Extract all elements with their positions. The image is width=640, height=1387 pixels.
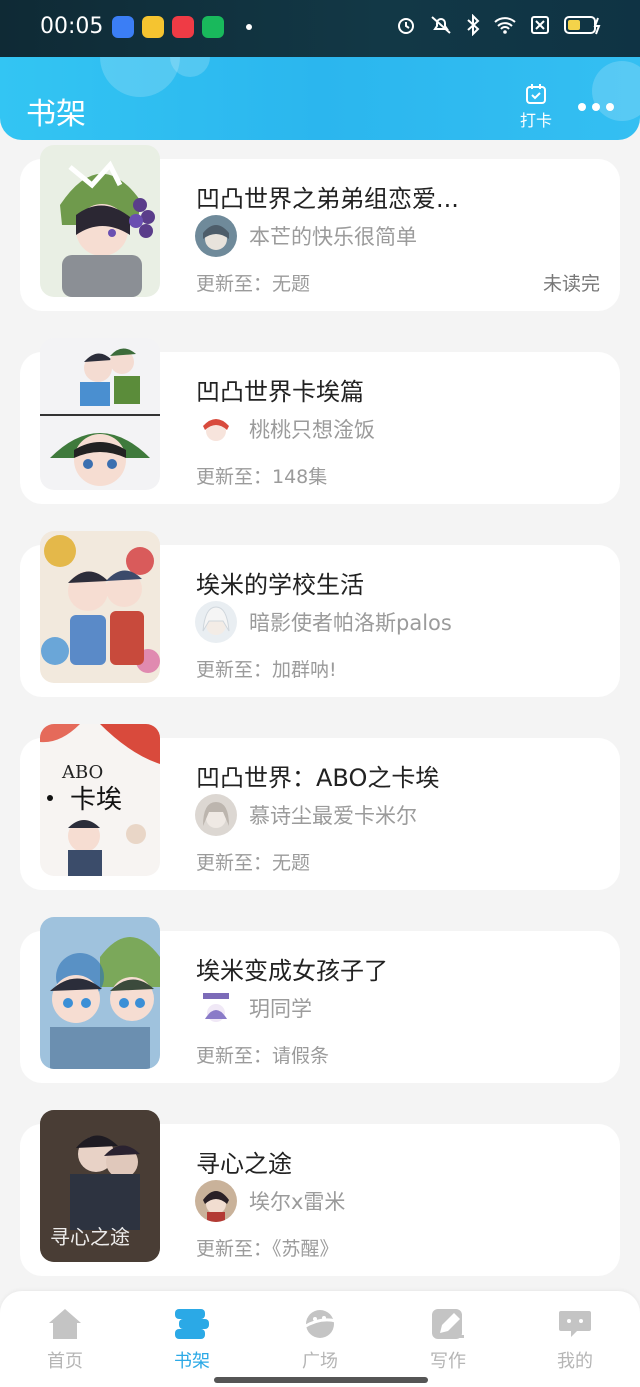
cover-title-text: ABO [61, 762, 103, 783]
home-icon [49, 1309, 81, 1339]
chat-bubble-icon [559, 1311, 591, 1337]
author-name: 桃桃只想淦饭 [249, 418, 375, 442]
author-avatar [195, 794, 237, 836]
book-card[interactable]: 埃米变成女孩子了 玥同学 更新至：请假条 [20, 917, 620, 1083]
status-time: 00:05 [40, 14, 104, 39]
nav-home[interactable]: 首页 [20, 1307, 110, 1373]
book-title: 凹凸世界：ABO之卡埃 [196, 764, 440, 792]
battery-icon [564, 16, 601, 35]
mute-icon [431, 16, 451, 34]
checkin-button[interactable]: 打卡 [516, 83, 556, 131]
nav-label: 写作 [430, 1351, 466, 1372]
book-title: 凹凸世界之弟弟组恋爱... [196, 185, 459, 213]
nav-mine[interactable]: 我的 [530, 1307, 620, 1373]
book-cover[interactable] [40, 917, 160, 1069]
author-name: 玥同学 [249, 997, 312, 1021]
book-card[interactable]: 凹凸世界之弟弟组恋爱... 本芒的快乐很简单 更新至：无题 未读完 [20, 145, 620, 311]
bottom-nav: 首页 书架 广场 写作 我的 [0, 1291, 640, 1387]
author-row[interactable]: 本芒的快乐很简单 [195, 215, 417, 257]
app-notification-icon [202, 16, 224, 38]
app-header: 书架 打卡 [0, 57, 640, 140]
book-title: 埃米的学校生活 [196, 571, 364, 599]
nav-write[interactable]: 写作 [403, 1307, 493, 1373]
latest-chapter: 更新至：《苏醒》 [196, 1238, 339, 1260]
cover-title-text: 卡埃 [70, 785, 122, 815]
author-avatar [195, 215, 237, 257]
book-cover[interactable]: 寻心之途 [40, 1110, 160, 1262]
checkin-label: 打卡 [519, 111, 552, 130]
decorative-bubble [592, 61, 640, 121]
author-row[interactable]: 桃桃只想淦饭 [195, 408, 375, 450]
book-title: 寻心之途 [196, 1150, 292, 1178]
alarm-icon [398, 18, 414, 34]
cover-title-text: 寻心之途 [50, 1225, 130, 1249]
notification-icons [112, 16, 224, 38]
sim-off-icon [531, 16, 549, 34]
nav-label: 书架 [174, 1351, 210, 1372]
calendar-check-icon [526, 84, 546, 104]
page-title: 书架 [26, 97, 86, 132]
author-row[interactable]: 慕诗尘最爱卡米尔 [195, 794, 417, 836]
nav-plaza[interactable]: 广场 [275, 1307, 365, 1373]
latest-chapter: 更新至：无题 [196, 852, 311, 874]
nav-label: 我的 [557, 1351, 593, 1372]
planet-icon [303, 1310, 337, 1338]
status-bar: 00:05 [0, 0, 640, 57]
decorative-bubble [100, 57, 180, 97]
app-notification-icon [112, 16, 134, 38]
author-row[interactable]: 埃尔x雷米 [195, 1180, 345, 1222]
author-row[interactable]: 暗影使者帕洛斯palos [195, 601, 452, 643]
book-card[interactable]: 凹凸世界卡埃篇 桃桃只想淦饭 更新至：148集 [20, 338, 620, 504]
book-card[interactable]: ABO 卡埃 凹凸世界：ABO之卡埃 慕诗尘最爱卡米尔 更新至：无题 [20, 724, 620, 890]
nav-bookshelf[interactable]: 书架 [147, 1307, 237, 1373]
author-avatar [195, 987, 237, 1029]
nav-label: 广场 [302, 1351, 338, 1372]
author-name: 埃尔x雷米 [249, 1190, 346, 1214]
pen-icon [432, 1309, 464, 1339]
more-dot-icon [606, 103, 614, 111]
book-title: 埃米变成女孩子了 [196, 957, 388, 985]
more-notifications-dot [246, 24, 252, 30]
more-dot-icon [578, 103, 586, 111]
book-card[interactable]: 埃米的学校生活 暗影使者帕洛斯palos 更新至：加群呐! [20, 531, 620, 697]
cover-illustration [40, 338, 160, 490]
music-notification-icon [172, 16, 194, 38]
book-title: 凹凸世界卡埃篇 [196, 378, 364, 406]
cover-illustration [40, 145, 160, 297]
author-avatar [195, 1180, 237, 1222]
home-indicator[interactable] [214, 1377, 428, 1383]
cover-illustration: 寻心之途 [40, 1110, 160, 1262]
book-cover[interactable]: ABO 卡埃 [40, 724, 160, 876]
bookshelf-icon [175, 1309, 209, 1339]
author-avatar [195, 601, 237, 643]
author-row[interactable]: 玥同学 [195, 987, 312, 1029]
latest-chapter: 更新至：请假条 [196, 1045, 330, 1067]
book-cover[interactable] [40, 338, 160, 490]
author-name: 慕诗尘最爱卡米尔 [249, 804, 417, 828]
more-dot-icon [592, 103, 600, 111]
author-name: 暗影使者帕洛斯palos [249, 611, 452, 635]
more-options-button[interactable] [578, 103, 614, 111]
cover-illustration: ABO 卡埃 [40, 724, 160, 876]
system-icons [396, 14, 604, 36]
latest-chapter: 更新至：加群呐! [196, 659, 337, 681]
app-notification-icon [142, 16, 164, 38]
nav-label: 首页 [47, 1351, 83, 1372]
read-status-badge: 未读完 [542, 273, 600, 295]
book-cover[interactable] [40, 531, 160, 683]
book-card[interactable]: 寻心之途 寻心之途 埃尔x雷米 更新至：《苏醒》 [20, 1110, 620, 1276]
latest-chapter: 更新至：148集 [196, 466, 328, 488]
cover-illustration [40, 917, 160, 1069]
cover-illustration [40, 531, 160, 683]
author-avatar [195, 408, 237, 450]
book-cover[interactable] [40, 145, 160, 297]
latest-chapter: 更新至：无题 [196, 273, 311, 295]
author-name: 本芒的快乐很简单 [249, 225, 417, 249]
bluetooth-icon [467, 14, 480, 36]
wifi-icon [494, 17, 516, 34]
